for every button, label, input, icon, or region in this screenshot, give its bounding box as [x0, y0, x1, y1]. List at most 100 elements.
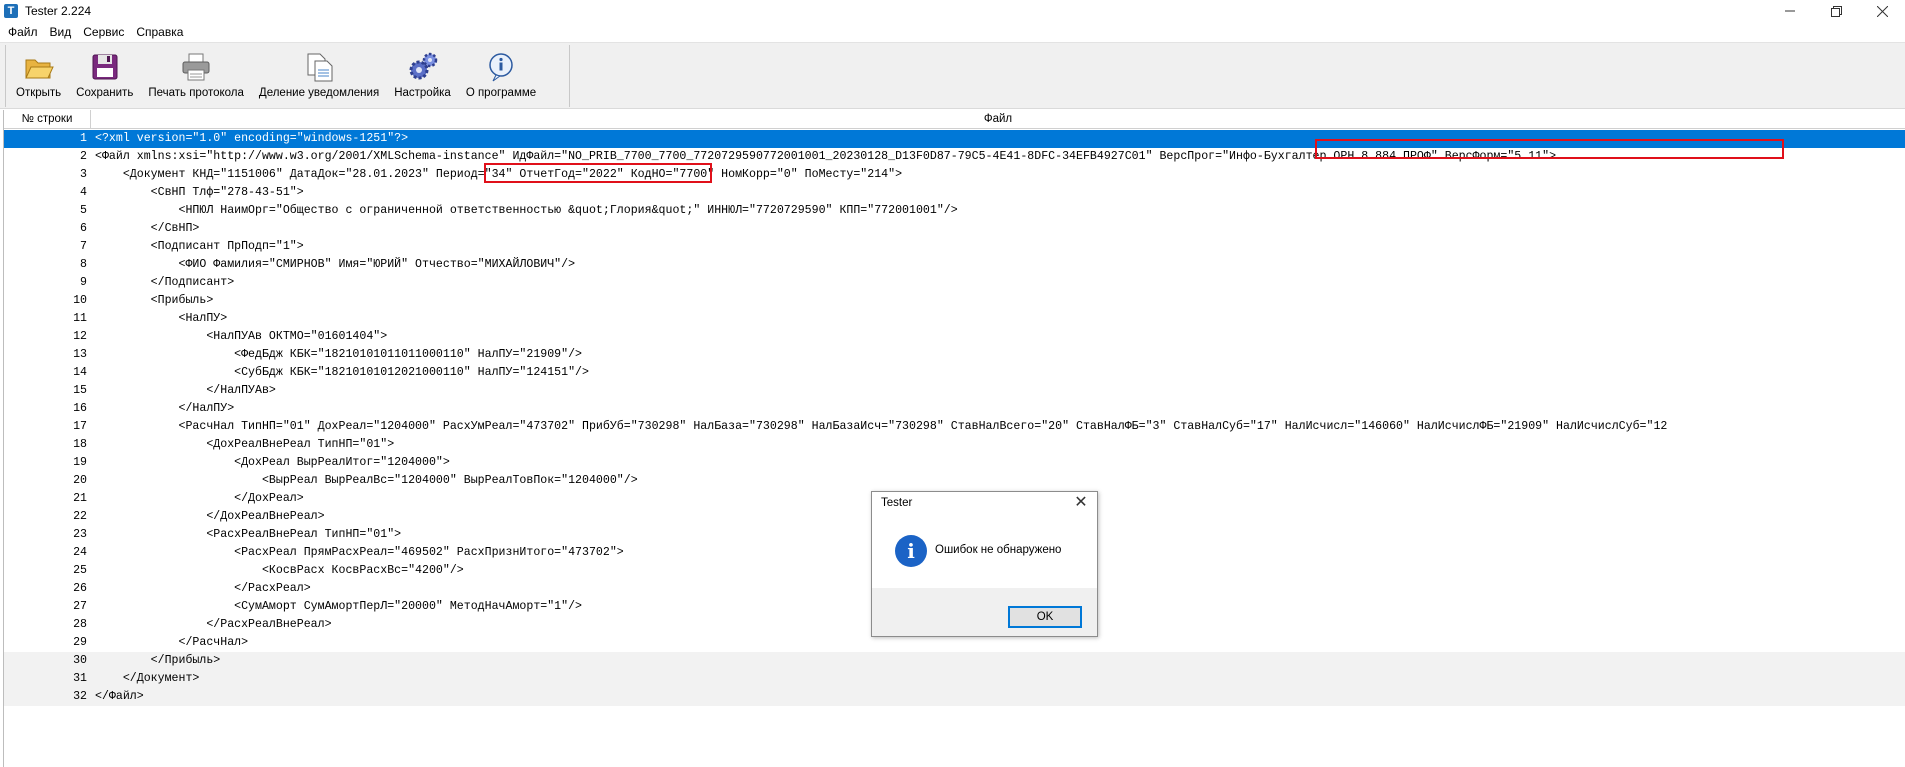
line-content: </Файл>	[95, 690, 144, 703]
line-content: </Подписант>	[95, 276, 235, 289]
menu-bar: Файл Вид Сервис Справка	[0, 22, 1905, 42]
info-icon	[489, 53, 513, 82]
line-number: 19	[73, 456, 87, 469]
line-content: <?xml version="1.0" encoding="windows-12…	[95, 132, 409, 145]
line-content: <РасхРеал ПрямРасхРеал="469502" РасхПриз…	[95, 546, 624, 559]
line-number: 17	[73, 420, 87, 433]
line-content: </ДохРеал>	[95, 492, 304, 505]
table-row[interactable]: 4 <СвНП Тлф="278-43-51">	[4, 184, 1905, 202]
open-button[interactable]: Открыть	[16, 45, 61, 99]
split-notice-label: Деление уведомления	[258, 87, 380, 99]
line-number: 27	[73, 600, 87, 613]
line-content: <НПЮЛ НаимОрг="Общество с ограниченной о…	[95, 204, 958, 217]
line-content: </РасчНал>	[95, 636, 249, 649]
line-number: 31	[73, 672, 87, 685]
line-content: <ДохРеал ВырРеалИтог="1204000">	[95, 456, 450, 469]
menu-help[interactable]: Справка	[130, 25, 189, 39]
line-number: 5	[80, 204, 87, 217]
close-icon[interactable]: ✕	[1073, 495, 1089, 511]
line-content: <СубБдж КБК="18210101012021000110" НалПУ…	[95, 366, 589, 379]
restore-icon[interactable]	[1813, 0, 1859, 22]
window-title: Tester 2.224	[25, 4, 92, 18]
table-row[interactable]: 31 </Документ>	[4, 670, 1905, 688]
printer-icon	[182, 53, 210, 81]
save-button[interactable]: Сохранить	[76, 45, 133, 99]
table-row[interactable]: 1 <?xml version="1.0" encoding="windows-1…	[4, 130, 1905, 148]
menu-view[interactable]: Вид	[44, 25, 78, 39]
line-content: <НалПУАв ОКТМО="01601404">	[95, 330, 388, 343]
line-content: <Прибыль>	[95, 294, 214, 307]
split-notice-button[interactable]: Деление уведомления	[259, 45, 379, 99]
table-row[interactable]: 9 </Подписант>	[4, 274, 1905, 292]
about-button[interactable]: О программе	[466, 45, 536, 99]
line-content: </Документ>	[95, 672, 200, 685]
line-content: </СвНП>	[95, 222, 200, 235]
table-row[interactable]: 10 <Прибыль>	[4, 292, 1905, 310]
table-row[interactable]: 16 </НалПУ>	[4, 400, 1905, 418]
xml-grid[interactable]: № строки Файл 1 <?xml version="1.0" encod…	[3, 110, 1905, 767]
print-report-button[interactable]: Печать протокола	[148, 45, 244, 99]
line-number: 23	[73, 528, 87, 541]
minimize-icon[interactable]	[1767, 0, 1813, 22]
table-row[interactable]: 30 </Прибыль>	[4, 652, 1905, 670]
table-row[interactable]: 5 <НПЮЛ НаимОрг="Общество с ограниченной…	[4, 202, 1905, 220]
line-number: 14	[73, 366, 87, 379]
line-number: 25	[73, 564, 87, 577]
line-number: 26	[73, 582, 87, 595]
line-content: <Подписант ПрПодп="1">	[95, 240, 304, 253]
about-label: О программе	[465, 87, 537, 99]
line-number: 16	[73, 402, 87, 415]
line-number: 10	[73, 294, 87, 307]
table-row[interactable]: 20 <ВырРеал ВырРеалВс="1204000" ВырРеалТ…	[4, 472, 1905, 490]
table-row[interactable]: 15 </НалПУАв>	[4, 382, 1905, 400]
line-content: <РасчНал ТипНП="01" ДохРеал="1204000" Ра…	[95, 420, 1668, 433]
line-content: <Файл xmlns:xsi="http://www.w3.org/2001/…	[95, 150, 1557, 163]
header-file[interactable]: Файл	[92, 110, 1904, 129]
title-bar: T Tester 2.224	[0, 0, 1905, 22]
table-row[interactable]: 2 <Файл xmlns:xsi="http://www.w3.org/2001…	[4, 148, 1905, 166]
table-row[interactable]: 6 </СвНП>	[4, 220, 1905, 238]
table-row[interactable]: 17 <РасчНал ТипНП="01" ДохРеал="1204000"…	[4, 418, 1905, 436]
table-row[interactable]: 14 <СубБдж КБК="18210101012021000110" На…	[4, 364, 1905, 382]
open-label: Открыть	[16, 87, 62, 99]
line-number: 29	[73, 636, 87, 649]
line-content: </НалПУ>	[95, 402, 235, 415]
line-content: <ФИО Фамилия="СМИРНОВ" Имя="ЮРИЙ" Отчест…	[95, 258, 576, 271]
line-number: 12	[73, 330, 87, 343]
line-content: <ДохРеалВнеРеал ТипНП="01">	[95, 438, 395, 451]
line-number: 21	[73, 492, 87, 505]
line-content: </РасхРеал>	[95, 582, 311, 595]
line-content: </РасхРеалВнеРеал>	[95, 618, 332, 631]
table-row[interactable]: 11 <НалПУ>	[4, 310, 1905, 328]
line-content: <ФедБдж КБК="18210101011011000110" НалПУ…	[95, 348, 583, 361]
save-label: Сохранить	[76, 87, 134, 99]
toolbar: Открыть Сохранить Печать протокола Делен…	[5, 45, 570, 107]
line-number: 30	[73, 654, 87, 667]
menu-service[interactable]: Сервис	[77, 25, 130, 39]
line-number: 20	[73, 474, 87, 487]
close-window-icon[interactable]	[1859, 0, 1905, 22]
folder-open-icon	[24, 59, 54, 79]
table-row[interactable]: 18 <ДохРеалВнеРеал ТипНП="01">	[4, 436, 1905, 454]
line-number: 18	[73, 438, 87, 451]
header-line-number[interactable]: № строки	[4, 110, 91, 129]
window-controls	[1767, 0, 1905, 22]
ok-button[interactable]: OK	[1008, 606, 1082, 628]
table-row[interactable]: 3 <Документ КНД="1151006" ДатаДок="28.01…	[4, 166, 1905, 184]
menu-file[interactable]: Файл	[2, 25, 44, 39]
document-split-icon	[307, 53, 333, 82]
dialog-message: Ошибок не обнаружено	[935, 544, 1062, 556]
table-row[interactable]: 12 <НалПУАв ОКТМО="01601404">	[4, 328, 1905, 346]
settings-button[interactable]: Настройка	[394, 45, 451, 99]
table-row[interactable]: 32 </Файл>	[4, 688, 1905, 706]
toolbar-area: Открыть Сохранить Печать протокола Делен…	[0, 42, 1905, 109]
table-row[interactable]: 13 <ФедБдж КБК="18210101011011000110" На…	[4, 346, 1905, 364]
table-row[interactable]: 19 <ДохРеал ВырРеалИтог="1204000">	[4, 454, 1905, 472]
line-number: 15	[73, 384, 87, 397]
table-row[interactable]: 8 <ФИО Фамилия="СМИРНОВ" Имя="ЮРИЙ" Отче…	[4, 256, 1905, 274]
line-content: </НалПУАв>	[95, 384, 276, 397]
table-row[interactable]: 7 <Подписант ПрПодп="1">	[4, 238, 1905, 256]
floppy-disk-icon	[92, 54, 118, 80]
grid-header: № строки Файл	[4, 110, 1905, 129]
app-icon: T	[4, 4, 18, 18]
